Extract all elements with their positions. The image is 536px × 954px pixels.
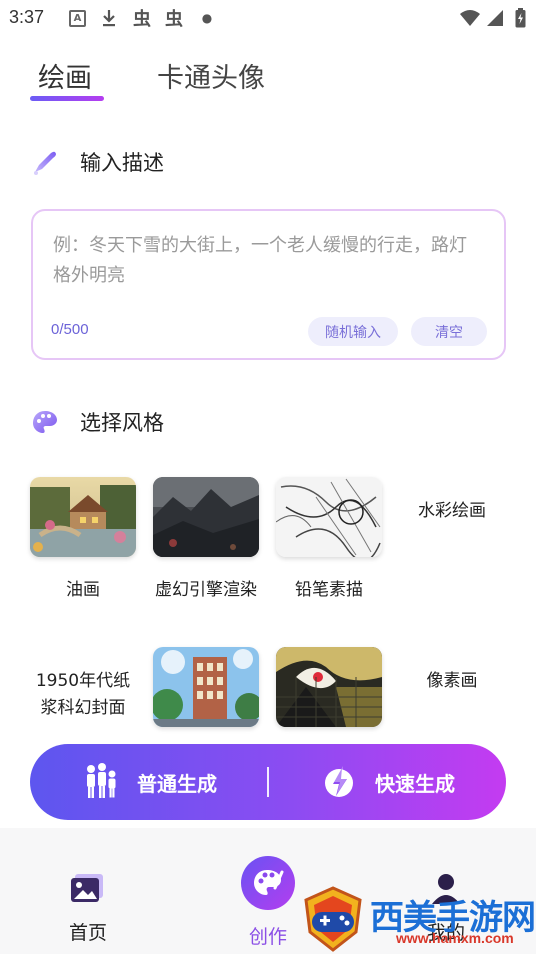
style-pixel-art[interactable]: 像素画 bbox=[399, 668, 505, 695]
lightning-icon bbox=[319, 762, 359, 802]
active-tab-indicator bbox=[30, 96, 104, 101]
battery-icon bbox=[513, 8, 527, 28]
abstract-art-thumbnail bbox=[276, 647, 382, 727]
style-pencil-sketch[interactable]: 铅笔素描 bbox=[276, 477, 382, 604]
fast-generate-label: 快速生成 bbox=[375, 771, 455, 796]
generate-bar: 普通生成 快速生成 bbox=[30, 744, 506, 820]
style-oil-painting[interactable]: 油画 bbox=[30, 477, 136, 604]
status-bar: 3:37 A 虫 虫 ● bbox=[0, 0, 536, 38]
gamepad-logo-icon bbox=[300, 886, 366, 954]
signal-icon bbox=[485, 8, 505, 28]
normal-generate-button[interactable]: 普通生成 bbox=[30, 744, 268, 820]
section-title: 选择风格 bbox=[80, 411, 164, 435]
nav-item-home[interactable]: 首页 bbox=[58, 872, 118, 945]
tab-painting[interactable]: 绘画 bbox=[38, 56, 92, 95]
style-anime-scene[interactable] bbox=[153, 647, 259, 727]
divider bbox=[267, 767, 269, 797]
description-input[interactable] bbox=[53, 231, 483, 301]
wifi-icon bbox=[458, 8, 482, 28]
style-abstract-art[interactable] bbox=[276, 647, 382, 727]
palette-icon bbox=[241, 856, 295, 910]
brush-icon bbox=[30, 147, 60, 177]
nav-label: 创作 bbox=[248, 926, 287, 948]
style-watercolor[interactable]: 水彩绘画 bbox=[399, 498, 505, 525]
normal-generate-label: 普通生成 bbox=[137, 771, 217, 796]
nav-item-create[interactable]: 创作 bbox=[234, 856, 302, 949]
dark-landscape-thumbnail bbox=[153, 477, 259, 557]
style-label: 油画 bbox=[66, 580, 100, 600]
cottage-bridge-thumbnail bbox=[30, 477, 136, 557]
gallery-icon bbox=[70, 872, 106, 908]
people-icon bbox=[81, 762, 121, 802]
input-description-heading: 输入描述 bbox=[30, 146, 164, 178]
style-label: 虚幻引擎渲染 bbox=[155, 580, 257, 600]
dot-icon: ● bbox=[201, 11, 213, 25]
clear-button[interactable]: 清空 bbox=[411, 317, 487, 346]
bug-icon: 虫 bbox=[165, 9, 183, 30]
watermark-url: www.hamxm.com bbox=[396, 930, 514, 946]
section-title: 输入描述 bbox=[80, 151, 164, 175]
character-counter: 0/500 bbox=[51, 321, 89, 338]
a-box-icon: A bbox=[69, 10, 86, 27]
description-input-box: 0/500 随机输入 清空 bbox=[31, 209, 506, 360]
select-style-heading: 选择风格 bbox=[30, 406, 164, 438]
nav-label: 首页 bbox=[68, 922, 107, 944]
style-label: 铅笔素描 bbox=[295, 580, 363, 600]
fast-generate-button[interactable]: 快速生成 bbox=[268, 744, 506, 820]
status-time: 3:37 bbox=[9, 7, 45, 27]
bug-icon: 虫 bbox=[133, 9, 151, 30]
style-1950s-pulp-scifi[interactable]: 1950年代纸浆科幻封面 bbox=[30, 668, 136, 722]
palette-icon bbox=[30, 407, 60, 437]
pencil-sketch-thumbnail bbox=[276, 477, 382, 557]
random-input-button[interactable]: 随机输入 bbox=[308, 317, 398, 346]
watermark: 西美手游网 www.hamxm.com bbox=[300, 884, 536, 954]
style-unreal-engine[interactable]: 虚幻引擎渲染 bbox=[153, 477, 259, 604]
anime-building-thumbnail bbox=[153, 647, 259, 727]
tab-cartoon-avatar[interactable]: 卡通头像 bbox=[157, 56, 265, 95]
download-icon bbox=[101, 8, 117, 28]
